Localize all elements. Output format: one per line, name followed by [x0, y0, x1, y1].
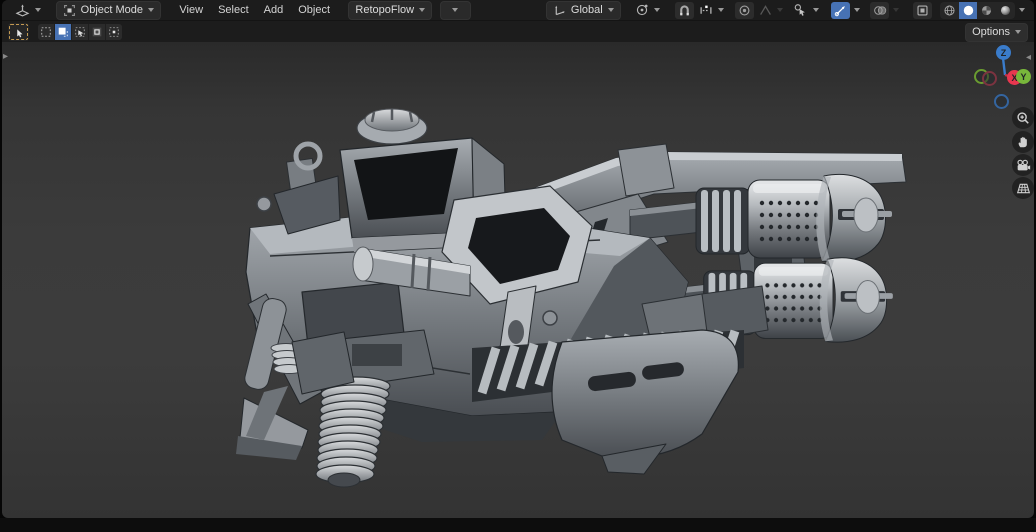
shading-material-preview-icon [982, 5, 992, 15]
3d-viewport-editor: Object Mode View Select Add Object Retop… [2, 0, 1034, 518]
orientation-label: Global [570, 3, 603, 16]
shading-mode-segment [939, 1, 1015, 19]
select-intersect-icon [109, 27, 119, 37]
status-bar [0, 518, 1036, 532]
snap-toggle[interactable] [675, 1, 694, 19]
hand-icon [1018, 136, 1027, 148]
editor-type-3d-viewport-icon [15, 4, 30, 17]
object-type-visibility-icon [794, 4, 806, 16]
menu-view[interactable]: View [172, 2, 210, 19]
select-extend-icon [58, 27, 68, 37]
select-mode-group [38, 24, 122, 40]
pan-view-button[interactable] [1012, 131, 1034, 153]
model-rifle[interactable] [236, 108, 907, 488]
chevron-down-icon [654, 8, 661, 12]
toggle-xray-button[interactable] [913, 1, 933, 19]
shading-solid-button[interactable] [958, 1, 978, 19]
select-difference-icon [92, 27, 102, 37]
select-mode-extend[interactable] [55, 24, 71, 40]
show-gizmos-icon [834, 5, 845, 16]
select-mode-set[interactable] [38, 24, 54, 40]
menu-object[interactable]: Object [291, 2, 337, 19]
camera-view-button[interactable] [1012, 154, 1034, 176]
toggle-orthographic-button[interactable] [1012, 177, 1034, 199]
chevron-down-icon [607, 8, 614, 12]
select-set-icon [41, 27, 51, 37]
axis-y-label: Y [1020, 71, 1027, 82]
chevron-down-icon [148, 8, 155, 12]
active-tool-select-box[interactable] [8, 23, 29, 41]
options-label: Options [972, 25, 1010, 38]
addon-menu-retopoflow[interactable]: RetopoFlow [348, 0, 433, 20]
options-dropdown[interactable]: Options [965, 22, 1028, 42]
show-gizmos-dropdown[interactable] [851, 1, 863, 20]
show-overlays-icon [873, 5, 886, 15]
menu-select[interactable]: Select [211, 2, 256, 19]
chevron-down-icon [853, 8, 860, 12]
extra-menu-dropdown[interactable] [439, 0, 471, 20]
editor-type-selector[interactable] [8, 1, 48, 20]
zoom-view-button[interactable] [1012, 107, 1034, 129]
mode-label: Object Mode [80, 3, 144, 16]
snap-target-selector[interactable] [695, 1, 728, 20]
axis-y-ball[interactable]: Y [1016, 69, 1031, 84]
menu-add[interactable]: Add [257, 2, 291, 19]
chevron-down-icon [35, 8, 41, 12]
shading-solid-icon [963, 5, 973, 15]
object-type-visibility-selector[interactable] [789, 1, 823, 20]
axis-x-neg-ball[interactable] [982, 71, 997, 86]
show-overlays-dropdown[interactable] [890, 1, 902, 20]
addon-menu-label: RetopoFlow [355, 3, 415, 16]
model-handguard[interactable] [551, 329, 739, 475]
mode-selector[interactable]: Object Mode [55, 0, 162, 20]
proportional-editing-icon [739, 5, 750, 15]
pivot-point-selector[interactable] [628, 1, 667, 20]
select-mode-intersect[interactable] [106, 24, 122, 40]
show-gizmos-toggle[interactable] [830, 1, 850, 19]
object-mode-icon [63, 4, 75, 16]
falloff-selector[interactable] [755, 1, 787, 20]
3d-viewport[interactable]: ▸ ◂ Z X Y [2, 42, 1034, 518]
show-overlays-toggle[interactable] [870, 1, 890, 19]
proportional-editing-toggle[interactable] [735, 1, 755, 19]
chevron-down-icon [1019, 8, 1025, 12]
select-subtract-icon [75, 27, 85, 37]
pivot-point-icon [637, 4, 648, 16]
chevron-down-icon [717, 8, 724, 12]
shading-wireframe-button[interactable] [940, 2, 959, 19]
camera-icon [1016, 159, 1030, 170]
shading-rendered-icon [1001, 5, 1011, 15]
select-box-tool-icon [16, 29, 22, 38]
scene-canvas [236, 108, 907, 488]
chevron-down-icon [1015, 30, 1021, 34]
shading-material-preview-button[interactable] [977, 2, 996, 19]
viewport-header: Object Mode View Select Add Object Retop… [2, 0, 1034, 21]
toggle-xray-icon [917, 4, 928, 16]
axis-z-ball[interactable]: Z [996, 45, 1011, 60]
chevron-down-icon [419, 8, 426, 12]
axis-z-label: Z [1000, 47, 1007, 58]
snap-magnet-icon [680, 4, 689, 15]
perspective-grid-icon [1016, 183, 1030, 193]
blender-window: Object Mode View Select Add Object Retop… [0, 0, 1036, 532]
shading-wireframe-icon [944, 4, 955, 16]
chevron-down-icon [813, 8, 820, 12]
select-mode-subtract[interactable] [72, 24, 88, 40]
zoom-icon [1017, 112, 1029, 124]
snap-increment-icon [700, 5, 712, 14]
chevron-down-icon [893, 8, 900, 12]
chevron-down-icon [777, 8, 784, 12]
falloff-smooth-icon [760, 4, 772, 15]
tool-settings-bar: Options [2, 22, 1034, 42]
chevron-down-icon [452, 8, 459, 12]
select-mode-difference[interactable] [89, 24, 105, 40]
shading-dropdown[interactable] [1016, 1, 1028, 20]
transform-orientation-selector[interactable]: Global [545, 0, 621, 20]
transform-orientation-icon [555, 5, 565, 15]
shading-rendered-button[interactable] [996, 2, 1015, 19]
axis-z-neg-ball[interactable] [994, 94, 1009, 109]
